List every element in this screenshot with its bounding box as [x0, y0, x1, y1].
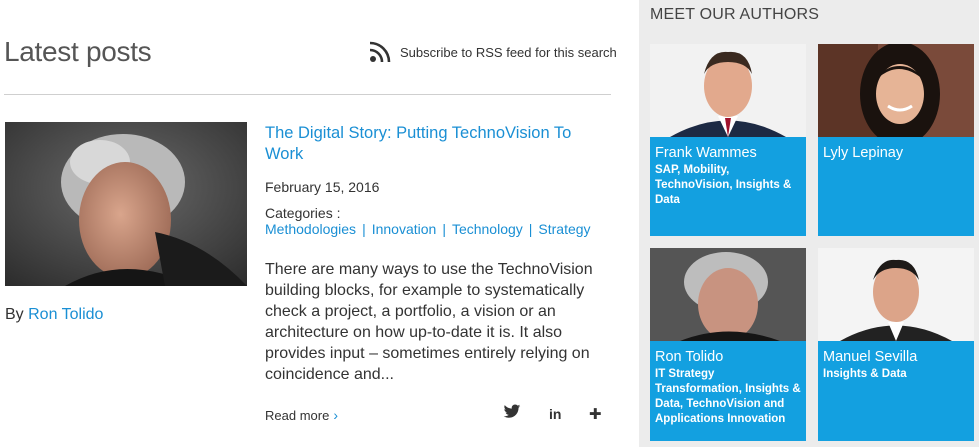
category-technology[interactable]: Technology	[452, 221, 523, 237]
author-info: Lyly Lepinay	[818, 137, 974, 236]
author-link[interactable]: Ron Tolido	[28, 306, 103, 323]
read-more-label: Read more	[265, 408, 330, 423]
authors-sidebar: MEET OUR AUTHORS Frank Wammes SAP, Mobil…	[639, 0, 979, 447]
post-author-photo[interactable]	[5, 122, 247, 286]
portrait-image	[5, 122, 247, 286]
author-card-manuel-sevilla[interactable]: Manuel Sevilla Insights & Data	[818, 248, 974, 441]
linkedin-share-button[interactable]: in	[549, 406, 561, 422]
author-photo	[650, 248, 806, 341]
linkedin-icon: in	[549, 406, 562, 422]
more-share-button[interactable]: ✚	[589, 405, 602, 423]
categories-list: Methodologies | Innovation | Technology | Stra…	[265, 221, 591, 237]
plus-icon: ✚	[589, 406, 602, 423]
twitter-share-button[interactable]	[503, 404, 521, 424]
author-info: Manuel Sevilla Insights & Data	[818, 341, 974, 441]
post-date: February 15, 2016	[265, 179, 380, 195]
post-excerpt: There are many ways to use the TechnoVis…	[265, 261, 593, 383]
author-info: Frank Wammes SAP, Mobility, TechnoVision…	[650, 137, 806, 236]
twitter-icon	[503, 404, 521, 418]
author-info: Ron Tolido IT Strategy Transformation, I…	[650, 341, 806, 441]
post-author: By Ron Tolido	[5, 306, 103, 324]
author-name: Manuel Sevilla	[823, 349, 918, 365]
rss-subscribe-link[interactable]: Subscribe to RSS feed for this search	[368, 40, 617, 64]
author-card-ron-tolido[interactable]: Ron Tolido IT Strategy Transformation, I…	[650, 248, 806, 441]
sidebar-title: MEET OUR AUTHORS	[650, 6, 820, 23]
posts-section: Latest posts Subscribe to RSS feed for t…	[0, 0, 639, 447]
category-separator: |	[528, 221, 533, 237]
author-name: Frank Wammes	[655, 145, 757, 161]
category-methodologies[interactable]: Methodologies	[265, 221, 356, 237]
category-separator: |	[442, 221, 446, 237]
post-title-link[interactable]: The Digital Story: Putting TechnoVision …	[265, 123, 610, 165]
category-separator: |	[362, 221, 366, 237]
author-photo	[818, 248, 974, 341]
author-name: Ron Tolido	[655, 349, 724, 365]
author-name: Lyly Lepinay	[823, 145, 904, 161]
category-strategy[interactable]: Strategy	[538, 221, 590, 237]
author-card-lyly-lepinay[interactable]: Lyly Lepinay	[818, 44, 974, 236]
rss-icon	[369, 41, 391, 63]
divider	[4, 94, 611, 95]
author-role: Insights & Data	[823, 368, 907, 380]
author-role: IT Strategy Transformation, Insights & D…	[655, 368, 801, 425]
author-photo	[818, 44, 974, 137]
categories-label: Categories :	[265, 205, 341, 221]
author-photo	[650, 44, 806, 137]
read-more-link[interactable]: Read more ›	[265, 407, 338, 423]
rss-label: Subscribe to RSS feed for this search	[400, 44, 617, 60]
category-innovation[interactable]: Innovation	[372, 221, 437, 237]
chevron-right-icon: ›	[333, 407, 338, 423]
author-role: SAP, Mobility, TechnoVision, Insights & …	[655, 164, 792, 206]
page-title: Latest posts	[4, 36, 152, 67]
author-prefix: By	[5, 306, 24, 323]
author-card-frank-wammes[interactable]: Frank Wammes SAP, Mobility, TechnoVision…	[650, 44, 806, 236]
